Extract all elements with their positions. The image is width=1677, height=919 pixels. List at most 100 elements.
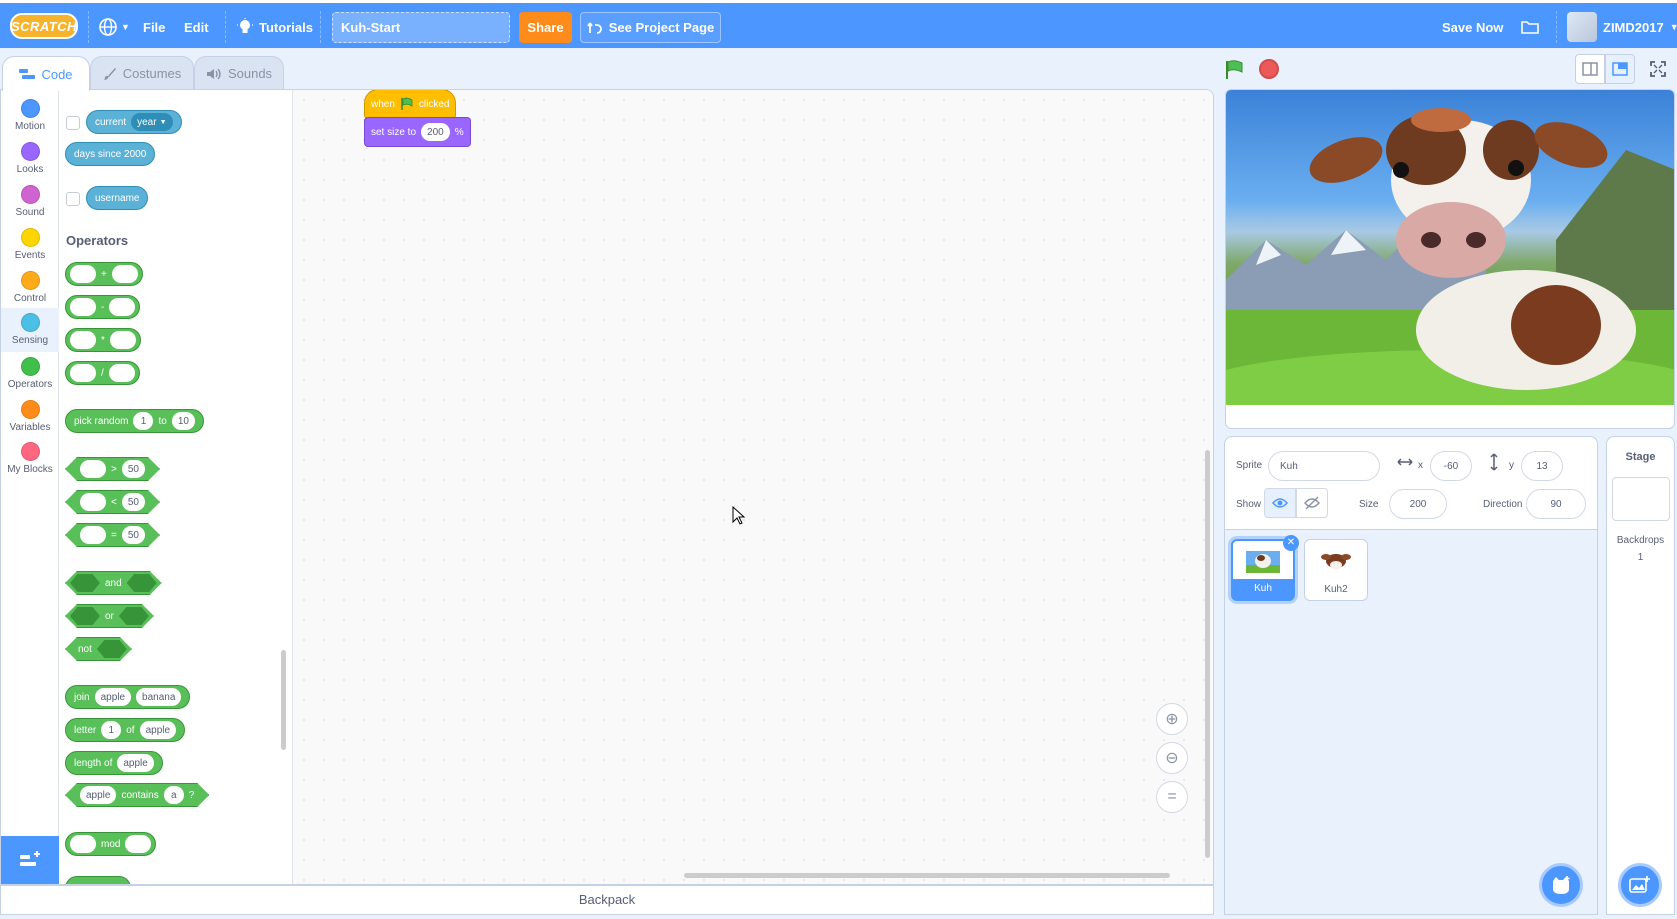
- language-menu[interactable]: ▼: [98, 3, 130, 51]
- boolean-slot[interactable]: [70, 574, 100, 592]
- vertical-scrollbar[interactable]: [1205, 450, 1210, 858]
- input-slot[interactable]: [125, 835, 152, 853]
- boolean-slot[interactable]: [97, 640, 127, 658]
- block-not[interactable]: not: [65, 637, 132, 661]
- input-slot[interactable]: [109, 298, 136, 316]
- block-join[interactable]: join apple banana: [65, 685, 191, 709]
- block-round[interactable]: [65, 876, 131, 884]
- choose-sprite-button[interactable]: [1539, 863, 1583, 907]
- boolean-slot[interactable]: [127, 574, 157, 592]
- input-slot[interactable]: 50: [122, 460, 145, 478]
- see-project-page-button[interactable]: See Project Page: [580, 12, 721, 43]
- category-operators[interactable]: Operators: [1, 352, 59, 394]
- direction-input[interactable]: 90: [1526, 489, 1586, 519]
- block-and[interactable]: and: [65, 571, 162, 595]
- block-pick-random[interactable]: pick random 1 to 10: [65, 409, 204, 433]
- input-slot[interactable]: [111, 265, 138, 283]
- category-my-blocks[interactable]: My Blocks: [1, 437, 59, 479]
- input-slot[interactable]: apple: [117, 754, 154, 772]
- input-slot[interactable]: 1: [133, 412, 154, 430]
- input-slot[interactable]: apple: [94, 688, 132, 706]
- size-input[interactable]: 200: [1389, 489, 1447, 519]
- input-slot[interactable]: [80, 460, 106, 478]
- category-control[interactable]: Control: [1, 266, 59, 308]
- share-button[interactable]: Share: [519, 12, 572, 43]
- zoom-in-button[interactable]: ⊕: [1156, 703, 1188, 735]
- block-add[interactable]: +: [65, 262, 143, 286]
- category-events[interactable]: Events: [1, 223, 59, 265]
- block-letter-of[interactable]: letter 1 of apple: [65, 718, 186, 742]
- y-input[interactable]: 13: [1521, 451, 1563, 481]
- sprite-thumbnail-kuh[interactable]: Kuh ✕: [1231, 535, 1299, 601]
- account-menu[interactable]: ZIMD2017 ▼: [1603, 3, 1677, 51]
- category-motion[interactable]: Motion: [1, 94, 59, 136]
- input-slot[interactable]: [109, 331, 136, 349]
- current-checkbox[interactable]: [66, 116, 80, 130]
- zoom-reset-button[interactable]: =: [1156, 781, 1188, 813]
- palette-scrollbar[interactable]: [281, 650, 286, 750]
- avatar[interactable]: [1567, 12, 1597, 42]
- block-current[interactable]: current year ▼: [86, 110, 182, 134]
- stop-button[interactable]: [1259, 59, 1279, 79]
- boolean-slot[interactable]: [70, 607, 100, 625]
- input-slot[interactable]: apple: [139, 721, 177, 739]
- category-variables[interactable]: Variables: [1, 395, 59, 437]
- block-subtract[interactable]: -: [65, 295, 141, 319]
- stage-canvas[interactable]: [1225, 89, 1675, 429]
- input-slot[interactable]: 1: [101, 721, 122, 739]
- block-days-since-2000[interactable]: days since 2000: [65, 142, 156, 166]
- x-input[interactable]: -60: [1430, 451, 1472, 481]
- input-slot[interactable]: 10: [171, 412, 195, 430]
- choose-backdrop-button[interactable]: [1618, 863, 1662, 907]
- input-slot[interactable]: [108, 364, 135, 382]
- input-slot[interactable]: [70, 298, 96, 316]
- input-slot[interactable]: 200: [421, 123, 450, 141]
- green-flag-button[interactable]: [1224, 59, 1246, 84]
- input-slot[interactable]: [80, 493, 106, 511]
- input-slot[interactable]: banana: [136, 688, 182, 706]
- stage-selector[interactable]: Stage Backdrops 1: [1606, 436, 1675, 915]
- sprite-thumbnail-kuh2[interactable]: Kuh2: [1304, 539, 1368, 601]
- block-set-size-to[interactable]: set size to 200 %: [364, 117, 471, 147]
- scratch-logo[interactable]: SCRATCH: [10, 13, 78, 39]
- username-checkbox[interactable]: [66, 192, 80, 206]
- block-when-flag-clicked[interactable]: when clicked: [364, 90, 457, 119]
- block-less-than[interactable]: <50: [65, 490, 160, 514]
- block-length-of[interactable]: length of apple: [65, 751, 163, 775]
- block-equals[interactable]: = 50: [65, 523, 160, 547]
- category-sensing[interactable]: Sensing: [1, 308, 59, 352]
- category-sound[interactable]: Sound: [1, 180, 59, 222]
- block-mod[interactable]: mod: [65, 832, 157, 856]
- edit-menu[interactable]: Edit: [184, 3, 209, 51]
- horizontal-scrollbar[interactable]: [684, 873, 1170, 878]
- input-slot[interactable]: [70, 331, 96, 349]
- backdrop-thumbnail[interactable]: [1611, 477, 1670, 521]
- tab-costumes[interactable]: Costumes: [90, 56, 194, 90]
- boolean-slot[interactable]: [119, 607, 149, 625]
- block-or[interactable]: or: [65, 604, 154, 628]
- tutorials-button[interactable]: Tutorials: [237, 3, 313, 51]
- category-looks[interactable]: Looks: [1, 137, 59, 179]
- input-slot[interactable]: [70, 265, 96, 283]
- block-greater-than[interactable]: >50: [65, 457, 160, 481]
- block-multiply[interactable]: *: [65, 328, 141, 352]
- script-area[interactable]: when clicked set size to 200 % ⊕ ⊖ =: [294, 90, 1213, 884]
- fullscreen-button[interactable]: [1643, 54, 1673, 84]
- backpack[interactable]: Backpack: [0, 885, 1214, 915]
- large-stage-button[interactable]: [1605, 54, 1635, 84]
- current-dropdown[interactable]: year ▼: [131, 113, 173, 131]
- file-menu[interactable]: File: [143, 3, 165, 51]
- block-divide[interactable]: /: [65, 361, 140, 385]
- block-contains[interactable]: apple contains a ?: [65, 783, 209, 807]
- save-now-button[interactable]: Save Now: [1442, 3, 1503, 51]
- input-slot[interactable]: apple: [80, 786, 116, 804]
- tab-sounds[interactable]: Sounds: [194, 56, 284, 90]
- input-slot[interactable]: a: [164, 786, 184, 804]
- input-slot[interactable]: 50: [122, 526, 145, 544]
- zoom-out-button[interactable]: ⊖: [1156, 742, 1188, 774]
- tab-code[interactable]: Code: [2, 56, 90, 91]
- project-title-input[interactable]: Kuh-Start: [332, 12, 510, 43]
- show-sprite-button[interactable]: [1264, 488, 1296, 518]
- my-stuff-button[interactable]: [1521, 3, 1539, 51]
- input-slot[interactable]: [70, 364, 96, 382]
